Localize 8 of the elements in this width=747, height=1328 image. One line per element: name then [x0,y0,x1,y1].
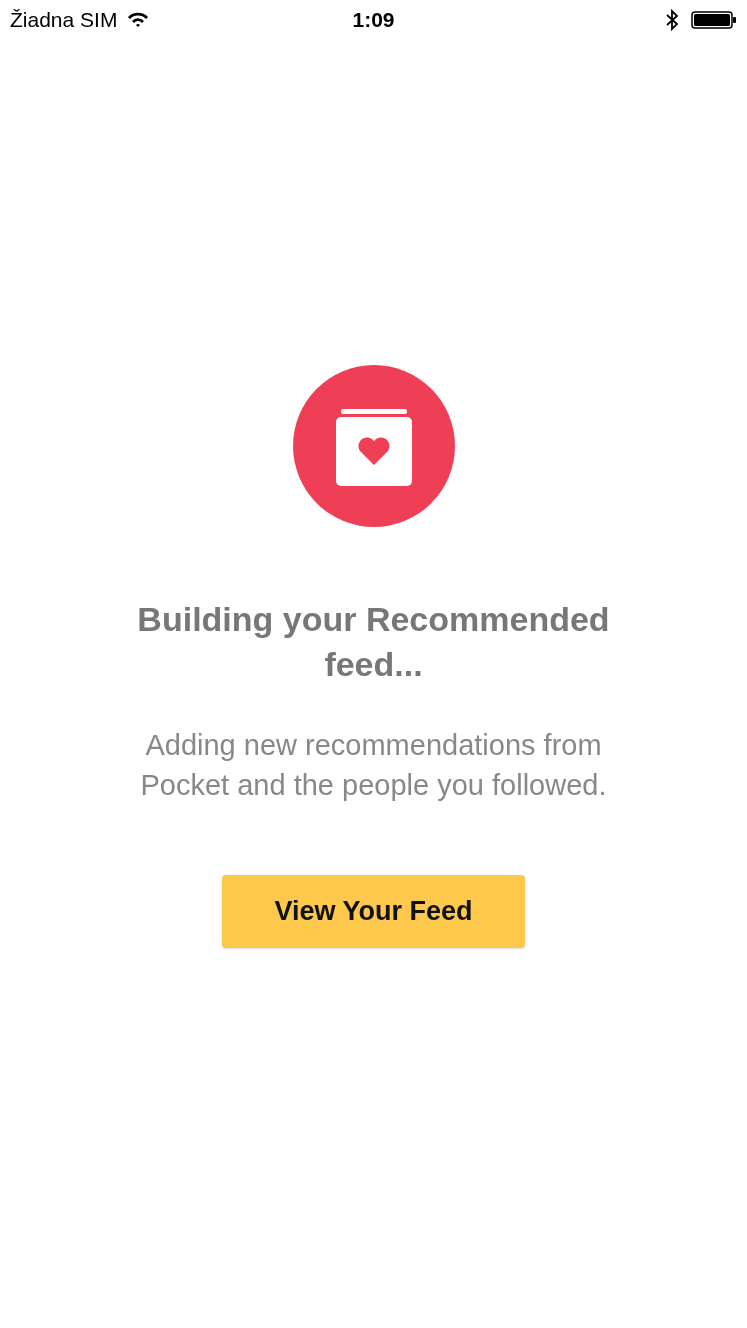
carrier-label: Žiadna SIM [10,8,118,32]
view-feed-button[interactable]: View Your Feed [222,875,525,948]
wifi-icon [127,12,150,28]
clock-time: 1:09 [352,8,395,32]
empty-state-title: Building your Recommended feed... [136,599,611,685]
battery-icon [691,10,737,30]
empty-state-message: Adding new recommendations from Pocket and the people you followed. [139,728,608,803]
bluetooth-icon [665,9,679,31]
